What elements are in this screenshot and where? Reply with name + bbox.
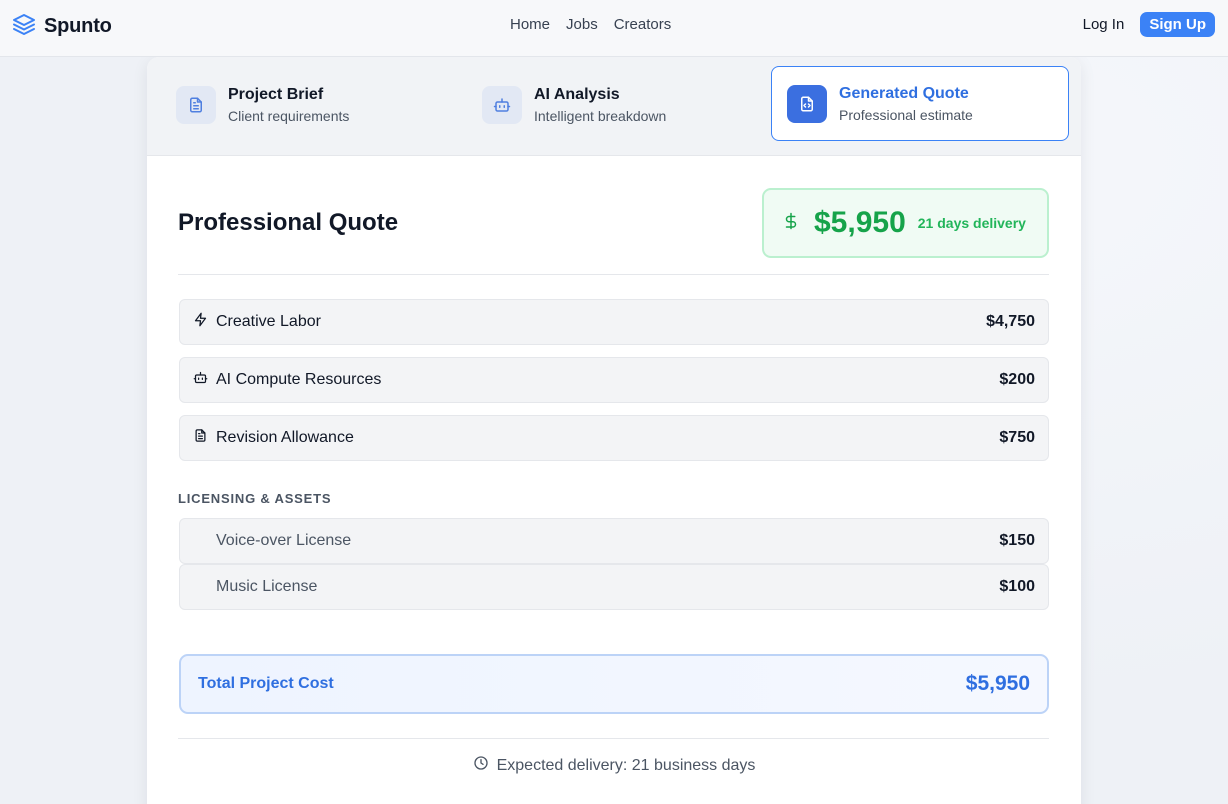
divider: [178, 274, 1049, 275]
total-amount: $5,950: [965, 672, 1030, 695]
signup-button[interactable]: Sign Up: [1140, 12, 1215, 37]
license-item-music: Music License $100: [179, 564, 1049, 610]
clock-icon: [473, 755, 489, 776]
main-nav: Home Jobs Creators: [510, 16, 671, 33]
divider: [178, 738, 1049, 739]
code-file-icon: [787, 84, 827, 123]
license-item-label: Music License: [216, 578, 318, 595]
top-navigation-bar: Spunto Home Jobs Creators Log In Sign Up: [0, 0, 1228, 57]
quote-price-badge: $5,950 21 days delivery: [762, 188, 1049, 258]
nav-creators[interactable]: Creators: [614, 16, 672, 33]
dollar-icon: [782, 212, 800, 235]
line-item-label: AI Compute Resources: [216, 371, 382, 388]
progress-steps: Project Brief Client requirements AI Ana…: [147, 57, 1081, 156]
quote-amount: $5,950: [814, 206, 906, 239]
step-subtitle: Client requirements: [228, 108, 350, 124]
step-ai-analysis[interactable]: AI Analysis Intelligent breakdown: [482, 86, 666, 124]
line-item-amount: $750: [999, 429, 1035, 446]
delivery-note: Expected delivery: 21 business days: [147, 755, 1081, 776]
line-item-label: Creative Labor: [216, 313, 321, 330]
step-title: AI Analysis: [534, 86, 620, 103]
quote-card: Project Brief Client requirements AI Ana…: [147, 57, 1081, 804]
line-item-revision: Revision Allowance $750: [179, 415, 1049, 461]
brand-name: Spunto: [44, 15, 112, 37]
layers-icon: [12, 12, 36, 41]
delivery-note-text: Expected delivery: 21 business days: [496, 756, 756, 774]
quote-title: Professional Quote: [178, 209, 399, 236]
auth-controls: Log In Sign Up: [1083, 12, 1215, 37]
document-icon: [193, 428, 208, 448]
login-link[interactable]: Log In: [1083, 16, 1125, 33]
document-icon: [176, 86, 216, 124]
step-generated-quote[interactable]: Generated Quote Professional estimate: [771, 66, 1069, 141]
step-project-brief[interactable]: Project Brief Client requirements: [176, 86, 349, 124]
line-item-creative-labor: Creative Labor $4,750: [179, 299, 1049, 345]
licensing-section-label: LICENSING & ASSETS: [178, 491, 332, 506]
robot-icon: [482, 86, 522, 124]
line-item-label: Revision Allowance: [216, 429, 354, 446]
step-subtitle: Professional estimate: [839, 106, 973, 123]
quote-delivery: 21 days delivery: [917, 215, 1026, 231]
license-item-voiceover: Voice-over License $150: [179, 518, 1049, 564]
line-item-amount: $200: [999, 371, 1035, 388]
nav-jobs[interactable]: Jobs: [566, 16, 598, 33]
robot-icon: [193, 370, 208, 390]
nav-home[interactable]: Home: [510, 16, 550, 33]
total-label: Total Project Cost: [198, 675, 334, 692]
step-title: Generated Quote: [839, 84, 969, 102]
line-item-amount: $4,750: [986, 313, 1035, 330]
license-item-amount: $150: [999, 532, 1035, 549]
license-item-amount: $100: [999, 578, 1035, 595]
license-item-label: Voice-over License: [216, 532, 352, 549]
lightning-icon: [193, 312, 208, 332]
total-cost-box: Total Project Cost $5,950: [179, 654, 1049, 714]
step-title: Project Brief: [228, 86, 324, 103]
brand-logo[interactable]: Spunto: [12, 12, 112, 41]
line-item-ai-compute: AI Compute Resources $200: [179, 357, 1049, 403]
step-subtitle: Intelligent breakdown: [534, 108, 667, 124]
